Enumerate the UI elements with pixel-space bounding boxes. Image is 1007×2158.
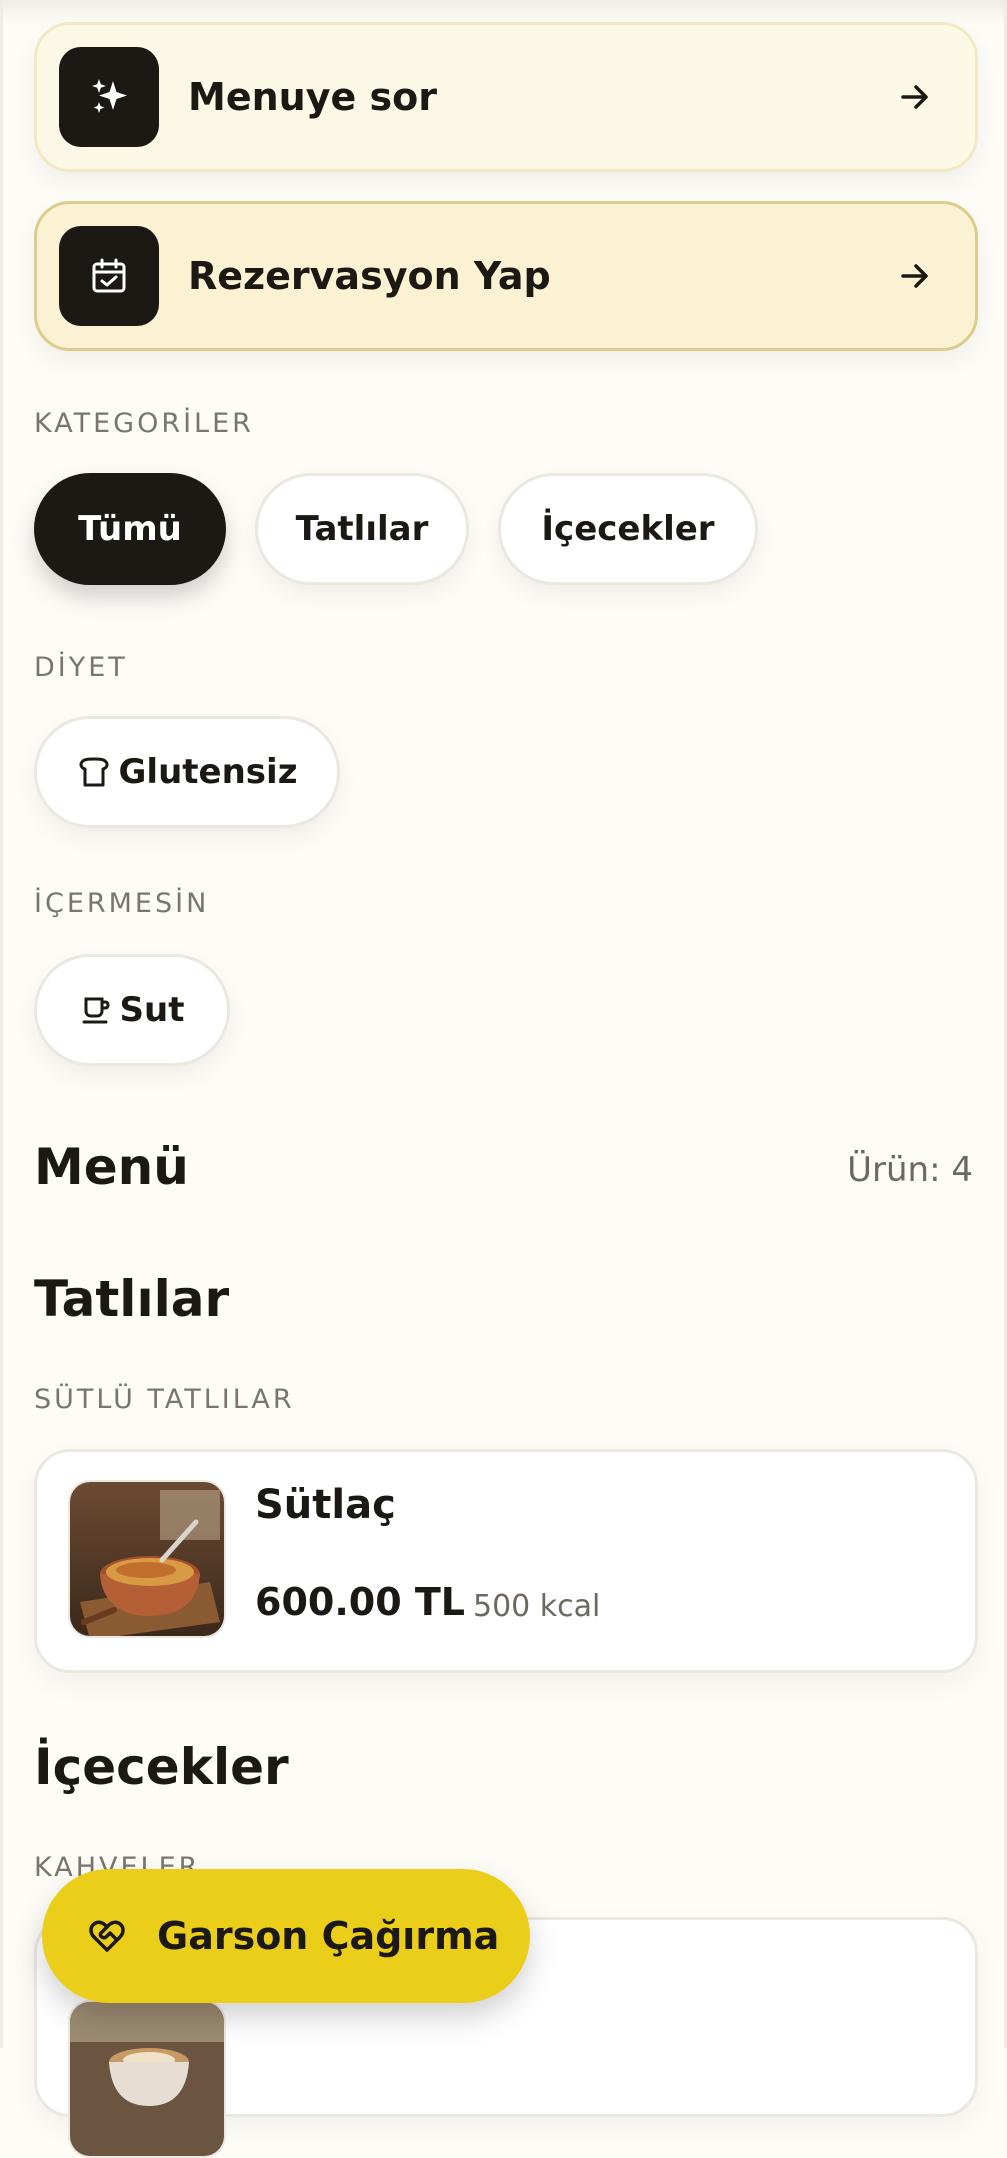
product-count: Ürün: 4 <box>847 1150 973 1190</box>
page: Menuye sor Rezervasyon Yap KATEGORİLER T… <box>0 0 1007 2158</box>
reservation-label: Rezervasyon Yap <box>188 254 551 298</box>
subsection-milk-desserts: SÜTLÜ TATLILAR <box>34 1384 295 1415</box>
product-image <box>68 1480 226 1638</box>
call-waiter-button[interactable]: Garson Çağırma <box>42 1869 530 2003</box>
calendar-check-icon <box>59 226 159 326</box>
product-price: 600.00 TL <box>255 1580 466 1624</box>
call-waiter-label: Garson Çağırma <box>157 1914 500 1958</box>
exclude-chip-milk[interactable]: Sut <box>34 954 230 1066</box>
exclude-chip-label: Sut <box>119 990 185 1030</box>
arrow-right-icon <box>899 80 933 114</box>
product-image <box>68 2000 226 2158</box>
section-title-desserts: Tatlılar <box>34 1270 230 1328</box>
product-name: Sütlaç <box>255 1482 396 1528</box>
top-shadow <box>3 0 1004 24</box>
heart-handshake-icon <box>87 1916 127 1956</box>
exclude-chips: Sut <box>34 954 230 1066</box>
bread-icon <box>79 757 108 787</box>
product-kcal: 500 kcal <box>473 1589 601 1624</box>
milk-cup-icon <box>82 997 110 1024</box>
section-title-drinks: İçecekler <box>34 1738 289 1796</box>
diet-chip-label: Glutensiz <box>118 752 298 792</box>
exclude-heading: İÇERMESİN <box>34 888 210 919</box>
category-chip-desserts[interactable]: Tatlılar <box>255 473 469 585</box>
diet-chips: Glutensiz <box>34 716 340 828</box>
category-chip-all[interactable]: Tümü <box>34 473 226 585</box>
arrow-right-icon <box>899 259 933 293</box>
reservation-card[interactable]: Rezervasyon Yap <box>34 201 978 351</box>
diet-heading: DİYET <box>34 652 128 683</box>
category-chip-drinks[interactable]: İçecekler <box>498 473 758 585</box>
categories-heading: KATEGORİLER <box>34 408 254 439</box>
diet-chip-gluten-free[interactable]: Glutensiz <box>34 716 340 828</box>
menu-title: Menü <box>34 1138 189 1196</box>
sparkles-icon <box>59 47 159 147</box>
ask-menu-label: Menuye sor <box>188 75 437 119</box>
product-card-sutlac[interactable]: Sütlaç 600.00 TL 500 kcal <box>34 1449 978 1673</box>
category-chips: Tümü Tatlılar İçecekler <box>34 473 758 585</box>
ask-menu-card[interactable]: Menuye sor <box>34 22 978 172</box>
